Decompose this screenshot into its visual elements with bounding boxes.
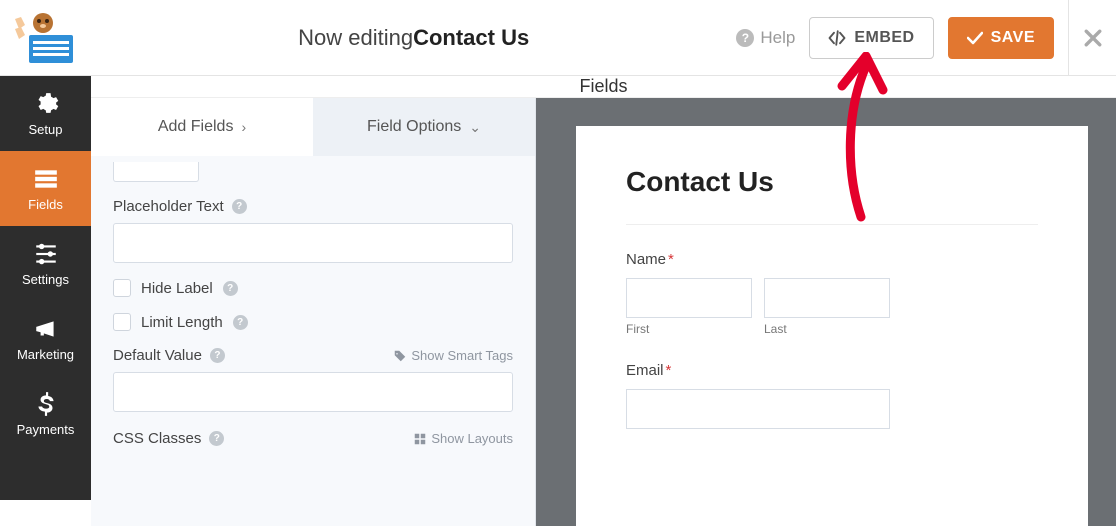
options-body: Placeholder Text ? Hide Label ? Limit Le… xyxy=(91,156,535,455)
required-asterisk: * xyxy=(668,251,674,268)
partial-field-peek xyxy=(113,162,199,182)
tabs: Add Fields › Field Options ⌄ xyxy=(91,98,535,156)
email-field-label: Email* xyxy=(626,362,1038,379)
tab-field-options[interactable]: Field Options ⌄ xyxy=(313,98,535,156)
required-asterisk: * xyxy=(666,362,672,379)
name-field-label: Name* xyxy=(626,251,1038,268)
help-tooltip-icon[interactable]: ? xyxy=(233,315,248,330)
css-classes-label: CSS Classes xyxy=(113,430,201,447)
sidebar-label: Marketing xyxy=(17,347,74,362)
sidebar-item-marketing[interactable]: Marketing xyxy=(0,301,91,376)
tab-add-fields[interactable]: Add Fields › xyxy=(91,98,313,156)
panel-title: Fields xyxy=(91,76,1116,98)
hide-label-checkbox[interactable] xyxy=(113,279,131,297)
bullhorn-icon xyxy=(33,316,59,342)
page-title: Now editing Contact Us xyxy=(91,25,736,51)
help-tooltip-icon[interactable]: ? xyxy=(223,281,238,296)
limit-length-checkbox[interactable] xyxy=(113,313,131,331)
sidebar-label: Payments xyxy=(17,422,75,437)
sidebar-item-fields[interactable]: Fields xyxy=(0,151,91,226)
title-form-name: Contact Us xyxy=(413,25,529,51)
tab-label: Field Options xyxy=(367,118,461,136)
chevron-right-icon: › xyxy=(241,119,246,135)
hide-label-text: Hide Label xyxy=(141,280,213,297)
sidebar-label: Fields xyxy=(28,197,63,212)
show-layouts[interactable]: Show Layouts xyxy=(414,431,513,446)
sidebar-item-settings[interactable]: Settings xyxy=(0,226,91,301)
limit-length-text: Limit Length xyxy=(141,314,223,331)
code-icon xyxy=(828,30,846,46)
dollar-icon xyxy=(33,391,59,417)
first-name-input[interactable] xyxy=(626,278,752,318)
help-tooltip-icon[interactable]: ? xyxy=(210,348,225,363)
help-label: Help xyxy=(760,28,795,48)
help-link[interactable]: ? Help xyxy=(736,28,795,48)
sidebar-item-setup[interactable]: Setup xyxy=(0,76,91,151)
sidebar-item-payments[interactable]: Payments xyxy=(0,376,91,451)
placeholder-label: Placeholder Text xyxy=(113,198,224,215)
sliders-icon xyxy=(33,241,59,267)
email-input[interactable] xyxy=(626,389,890,429)
form-preview: Contact Us Name* First Last xyxy=(576,126,1088,526)
tab-label: Add Fields xyxy=(158,118,234,136)
sidebar-label: Setup xyxy=(29,122,63,137)
tag-icon xyxy=(394,350,406,362)
columns: Add Fields › Field Options ⌄ Placeholder… xyxy=(91,98,1116,526)
name-fields-row: First Last xyxy=(626,278,1038,336)
save-button[interactable]: SAVE xyxy=(948,17,1054,59)
sidebar: Setup Fields Settings Marketing Payments xyxy=(0,76,91,500)
question-circle-icon: ? xyxy=(736,29,754,47)
top-actions: ? Help EMBED SAVE xyxy=(736,17,1068,59)
show-smart-tags[interactable]: Show Smart Tags xyxy=(394,348,513,363)
preview-area: Contact Us Name* First Last xyxy=(536,98,1116,526)
placeholder-input[interactable] xyxy=(113,223,513,263)
grid-icon xyxy=(414,433,426,445)
list-icon xyxy=(33,166,59,192)
default-value-label: Default Value xyxy=(113,347,202,364)
main-area: Setup Fields Settings Marketing Payments… xyxy=(0,76,1116,500)
options-panel: Add Fields › Field Options ⌄ Placeholder… xyxy=(91,98,536,526)
help-tooltip-icon[interactable]: ? xyxy=(232,199,247,214)
gear-icon xyxy=(33,91,59,117)
check-icon xyxy=(967,31,983,45)
last-name-input[interactable] xyxy=(764,278,890,318)
divider xyxy=(626,224,1038,225)
top-bar: Now editing Contact Us ? Help EMBED SAVE xyxy=(0,0,1116,76)
embed-label: EMBED xyxy=(854,29,914,47)
form-title: Contact Us xyxy=(626,166,1038,198)
email-field-row xyxy=(626,389,1038,429)
sidebar-label: Settings xyxy=(22,272,69,287)
help-tooltip-icon[interactable]: ? xyxy=(209,431,224,446)
title-prefix: Now editing xyxy=(298,25,413,51)
content: Fields Add Fields › Field Options ⌄ xyxy=(91,76,1116,500)
chevron-down-icon: ⌄ xyxy=(469,119,481,136)
close-icon xyxy=(1084,29,1102,47)
app-logo xyxy=(0,0,91,75)
save-label: SAVE xyxy=(991,29,1035,47)
first-sublabel: First xyxy=(626,322,752,336)
last-sublabel: Last xyxy=(764,322,890,336)
default-value-input[interactable] xyxy=(113,372,513,412)
embed-button[interactable]: EMBED xyxy=(809,17,933,59)
close-button[interactable] xyxy=(1068,0,1116,75)
